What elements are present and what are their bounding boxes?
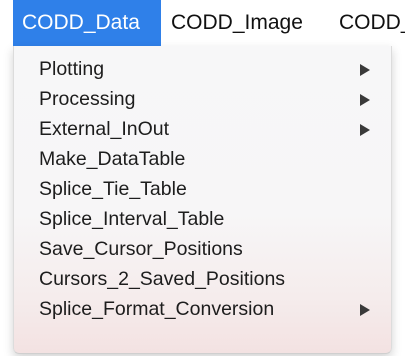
menu-item-label: Splice_Format_Conversion xyxy=(39,298,275,320)
menu-codd-truncated[interactable]: CODD_ xyxy=(339,0,405,46)
menu-item-label: Splice_Interval_Table xyxy=(39,208,225,230)
menu-item-external-inout[interactable]: External_InOut xyxy=(14,114,391,144)
menu-item-label: Save_Cursor_Positions xyxy=(39,238,243,260)
menu-item-splice-tie-table[interactable]: Splice_Tie_Table xyxy=(14,174,391,204)
menu-item-label: Processing xyxy=(39,88,136,110)
menu-item-label: Make_DataTable xyxy=(39,148,186,170)
menu-item-processing[interactable]: Processing xyxy=(14,84,391,114)
menu-item-label: Splice_Tie_Table xyxy=(39,178,187,200)
menu-item-make-datatable[interactable]: Make_DataTable xyxy=(14,144,391,174)
menu-codd-image[interactable]: CODD_Image xyxy=(171,0,303,46)
menu-item-label: External_InOut xyxy=(39,118,170,140)
submenu-arrow-icon xyxy=(360,94,370,106)
menu-bar: CODD_Data CODD_Image CODD_ xyxy=(0,0,405,46)
menu-item-splice-interval-table[interactable]: Splice_Interval_Table xyxy=(14,204,391,234)
menu-codd-data[interactable]: CODD_Data xyxy=(13,0,161,46)
menu-item-label: Cursors_2_Saved_Positions xyxy=(39,268,286,290)
codd-data-dropdown-menu: Plotting Processing External_InOut Make_… xyxy=(13,46,392,354)
menu-item-label: Plotting xyxy=(39,58,105,80)
submenu-arrow-icon xyxy=(360,124,370,136)
menu-item-save-cursor-positions[interactable]: Save_Cursor_Positions xyxy=(14,234,391,264)
menu-item-splice-format-conversion[interactable]: Splice_Format_Conversion xyxy=(14,294,391,324)
menu-item-cursors-2-saved-positions[interactable]: Cursors_2_Saved_Positions xyxy=(14,264,391,294)
submenu-arrow-icon xyxy=(360,304,370,316)
submenu-arrow-icon xyxy=(360,64,370,76)
menu-item-plotting[interactable]: Plotting xyxy=(14,54,391,84)
